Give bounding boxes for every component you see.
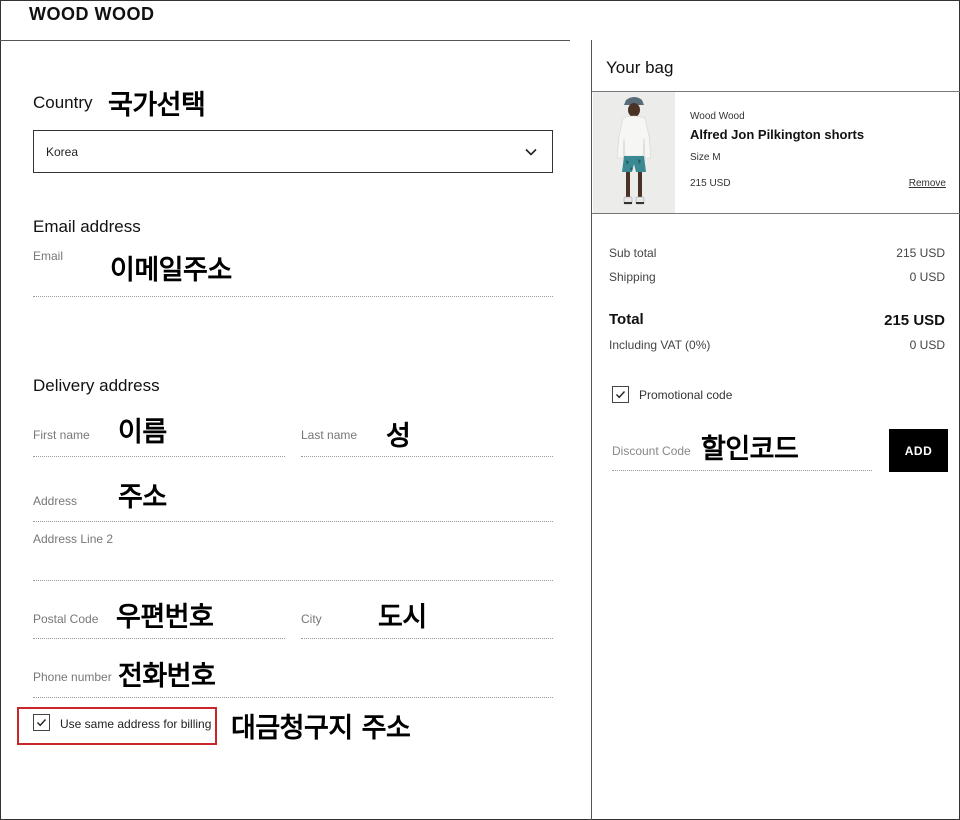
country-select[interactable]: Korea [33, 130, 553, 173]
phone-field[interactable] [33, 697, 553, 698]
billing-annotation: 대금청구지 주소 [231, 713, 411, 744]
product-brand: Wood Wood [690, 111, 745, 122]
vat-label: Including VAT (0%) [609, 338, 711, 352]
billing-checkbox-label[interactable]: Use same address for billing [60, 717, 211, 731]
first-name-annotation: 이름 [118, 417, 167, 448]
email-annotation: 이메일주소 [110, 255, 232, 286]
phone-annotation: 전화번호 [118, 661, 216, 692]
email-heading: Email address [33, 217, 141, 236]
product-photo-icon [616, 97, 652, 205]
subtotal-value: 215 USD [896, 246, 945, 260]
postal-code-field[interactable] [33, 638, 285, 639]
country-select-value: Korea [46, 145, 79, 159]
last-name-annotation: 성 [386, 421, 411, 452]
subtotal-label: Sub total [609, 246, 657, 260]
brand-logo[interactable]: WOOD WOOD [29, 4, 154, 25]
shipping-value: 0 USD [909, 270, 945, 284]
total-label: Total [609, 311, 644, 328]
delivery-heading: Delivery address [33, 376, 160, 395]
country-heading: Country [33, 93, 93, 112]
city-annotation: 도시 [378, 602, 427, 633]
product-price: 215 USD [690, 178, 731, 189]
last-name-label: Last name [301, 428, 358, 442]
address-field[interactable] [33, 521, 553, 522]
postal-code-label: Postal Code [33, 612, 99, 626]
email-field[interactable] [33, 296, 553, 297]
country-annotation: 국가선택 [108, 90, 206, 121]
last-name-field[interactable] [301, 456, 553, 457]
email-label: Email [33, 249, 64, 263]
total-value: 215 USD [884, 312, 945, 329]
promo-checkbox[interactable] [612, 386, 629, 403]
first-name-field[interactable] [33, 456, 285, 457]
phone-label: Phone number [33, 670, 112, 684]
discount-code-label: Discount Code [612, 444, 691, 458]
product-size: Size M [690, 152, 721, 163]
product-name[interactable]: Alfred Jon Pilkington shorts [690, 127, 864, 142]
promo-checkbox-label[interactable]: Promotional code [639, 388, 732, 402]
shipping-label: Shipping [609, 270, 656, 284]
header-divider [0, 40, 570, 41]
postal-code-annotation: 우편번호 [116, 602, 214, 633]
discount-code-field[interactable] [612, 470, 872, 471]
chevron-down-icon [525, 148, 537, 156]
check-icon [36, 719, 47, 727]
bag-title: Your bag [606, 58, 674, 77]
city-field[interactable] [301, 638, 553, 639]
check-icon [615, 391, 626, 399]
address-label: Address [33, 494, 78, 508]
add-discount-button[interactable]: ADD [889, 429, 948, 472]
remove-item-link[interactable]: Remove [909, 178, 946, 189]
discount-code-annotation: 할인코드 [701, 434, 799, 465]
column-divider [591, 40, 592, 820]
product-image[interactable] [593, 92, 675, 213]
city-label: City [301, 612, 322, 626]
vat-value: 0 USD [909, 338, 945, 352]
address-line2-label: Address Line 2 [33, 532, 114, 546]
address-line2-field[interactable] [33, 580, 553, 581]
first-name-label: First name [33, 428, 90, 442]
address-annotation: 주소 [118, 482, 167, 513]
billing-checkbox[interactable] [33, 714, 50, 731]
bag-divider-bottom [592, 213, 960, 214]
